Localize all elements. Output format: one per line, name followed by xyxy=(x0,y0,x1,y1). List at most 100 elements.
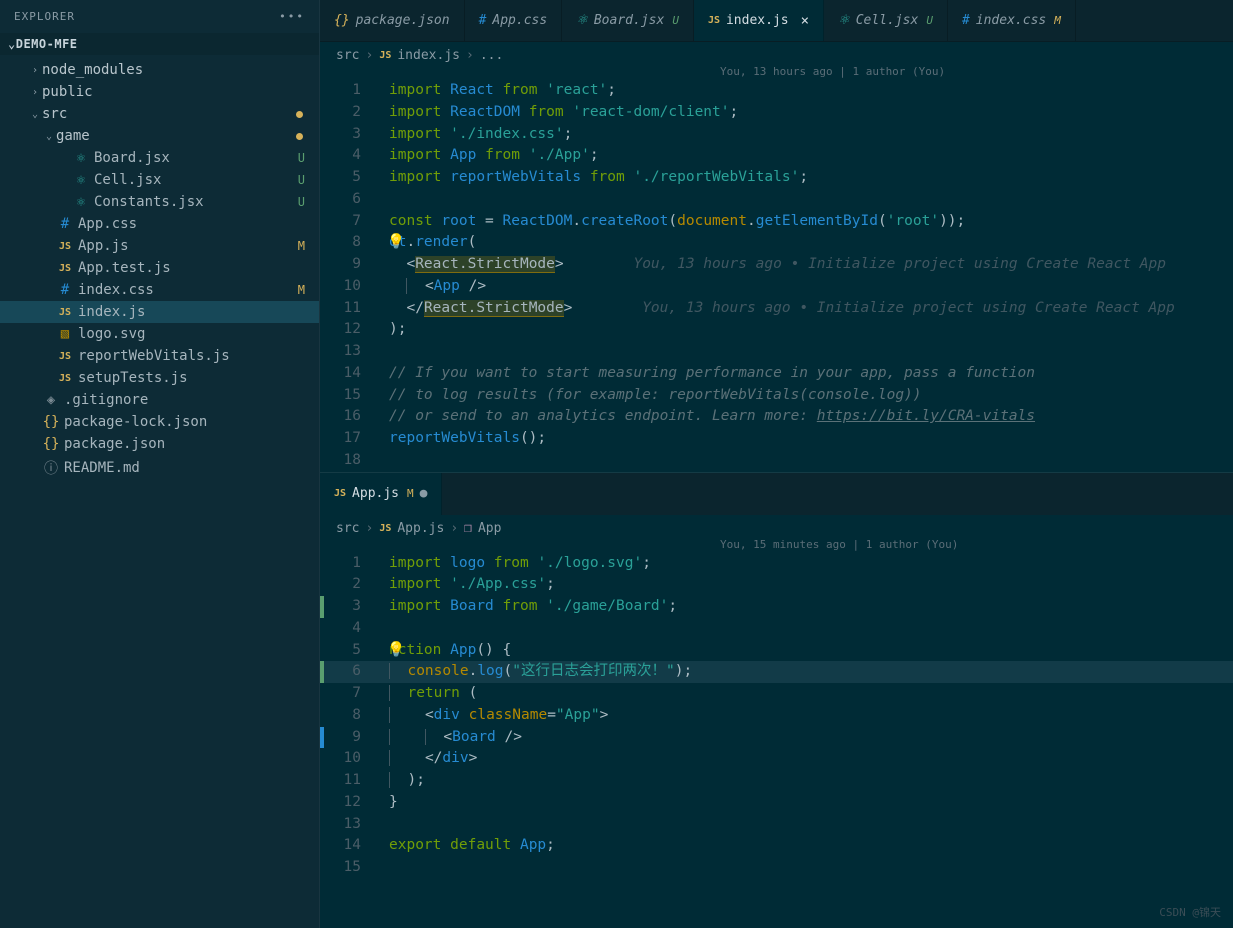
breadcrumb[interactable]: src › JS App.js › ❒ App xyxy=(320,515,1233,536)
line-number: 10 xyxy=(324,748,389,770)
code-line[interactable] xyxy=(389,450,1233,472)
editor-tab[interactable]: #index.cssM xyxy=(948,0,1076,41)
project-header[interactable]: ⌄ DEMO-MFE xyxy=(0,33,319,55)
file-item[interactable]: JSsetupTests.js xyxy=(0,367,319,389)
more-icon[interactable]: ••• xyxy=(279,10,305,23)
file-item[interactable]: JSApp.jsM xyxy=(0,235,319,257)
tab-label: package.json xyxy=(356,13,450,28)
file-item[interactable]: {}package.json xyxy=(0,433,319,455)
folder-item[interactable]: ›node_modules xyxy=(0,59,319,81)
code-line[interactable]: import reportWebVitals from './reportWeb… xyxy=(389,167,1233,189)
dirty-indicator-icon: ● xyxy=(420,486,428,501)
code-line[interactable]: ); xyxy=(389,319,1233,341)
file-icon: {} xyxy=(42,436,60,452)
item-label: package.json xyxy=(64,436,165,452)
file-item[interactable]: ▧logo.svg xyxy=(0,323,319,345)
code-line[interactable]: console.log("这行日志会打印两次！"); xyxy=(389,661,1233,683)
file-item[interactable]: #index.cssM xyxy=(0,279,319,301)
file-item[interactable]: JSApp.test.js xyxy=(0,257,319,279)
breadcrumb-item[interactable]: src xyxy=(336,521,359,536)
file-item[interactable]: ⚛Cell.jsxU xyxy=(0,169,319,191)
breadcrumb-item[interactable]: App xyxy=(478,521,501,536)
code-line[interactable]: // If you want to start measuring perfor… xyxy=(389,363,1233,385)
code-line[interactable]: // to log results (for example: reportWe… xyxy=(389,385,1233,407)
codelens-info[interactable]: You, 13 hours ago | 1 author (You) xyxy=(320,63,1233,80)
code-editor-bottom[interactable]: 1import logo from './logo.svg';2import '… xyxy=(320,553,1233,879)
item-label: package-lock.json xyxy=(64,414,207,430)
codelens-info[interactable]: You, 15 minutes ago | 1 author (You) xyxy=(320,536,1233,553)
code-line[interactable]: import ReactDOM from 'react-dom/client'; xyxy=(389,102,1233,124)
modified-badge: M xyxy=(407,487,414,500)
line-number: 7 xyxy=(324,683,389,705)
item-label: index.css xyxy=(78,282,154,298)
editor-tab[interactable]: {}package.json xyxy=(320,0,465,41)
code-line[interactable]: const root = ReactDOM.createRoot(documen… xyxy=(389,211,1233,233)
tab-bar: {}package.json#App.css⚛Board.jsxUJSindex… xyxy=(320,0,1233,42)
code-line[interactable]: ); xyxy=(389,770,1233,792)
code-line[interactable]: return ( xyxy=(389,683,1233,705)
editor-tab[interactable]: JSindex.js× xyxy=(694,0,824,41)
file-item[interactable]: JSindex.js xyxy=(0,301,319,323)
item-label: App.js xyxy=(78,238,129,254)
file-icon: ⓘ xyxy=(42,458,60,478)
file-icon: {} xyxy=(42,414,60,430)
file-item[interactable]: ◈.gitignore xyxy=(0,389,319,411)
code-line[interactable]: import './index.css'; xyxy=(389,124,1233,146)
tab-app-js[interactable]: JS App.js M ● xyxy=(320,473,442,515)
code-line[interactable]: // or send to an analytics endpoint. Lea… xyxy=(389,406,1233,428)
code-line[interactable]: export default App; xyxy=(389,835,1233,857)
code-line[interactable]: import App from './App'; xyxy=(389,145,1233,167)
code-line[interactable]: import Board from './game/Board'; xyxy=(389,596,1233,618)
chevron-right-icon: › xyxy=(28,65,42,76)
item-label: setupTests.js xyxy=(78,370,188,386)
tab-label: index.js xyxy=(726,13,789,28)
folder-item[interactable]: ⌄game xyxy=(0,125,319,147)
folder-item[interactable]: ›public xyxy=(0,81,319,103)
js-icon: JS xyxy=(334,488,346,499)
code-editor-top[interactable]: 1import React from 'react';2import React… xyxy=(320,80,1233,472)
close-icon[interactable]: × xyxy=(801,13,809,29)
editor-tab[interactable]: ⚛Board.jsxU xyxy=(562,0,694,41)
code-line[interactable]: } xyxy=(389,792,1233,814)
editor-tab[interactable]: #App.css xyxy=(465,0,563,41)
chevron-right-icon: › xyxy=(450,521,458,536)
code-line[interactable]: <React.StrictMode> You, 13 hours ago • I… xyxy=(389,254,1233,276)
file-item[interactable]: ⓘREADME.md xyxy=(0,455,319,481)
breadcrumb-item[interactable]: ... xyxy=(480,48,503,63)
item-label: src xyxy=(42,106,67,122)
code-line[interactable]: <Board /> xyxy=(389,727,1233,749)
file-icon: JS xyxy=(56,307,74,318)
folder-item[interactable]: ⌄src xyxy=(0,103,319,125)
code-line[interactable] xyxy=(389,618,1233,640)
code-line[interactable] xyxy=(389,857,1233,879)
code-line[interactable]: 💡ot.render( xyxy=(389,232,1233,254)
file-item[interactable]: JSreportWebVitals.js xyxy=(0,345,319,367)
breadcrumb-item[interactable]: index.js xyxy=(397,48,460,63)
code-line[interactable]: import React from 'react'; xyxy=(389,80,1233,102)
file-item[interactable]: ⚛Board.jsxU xyxy=(0,147,319,169)
modified-dot-icon xyxy=(296,111,303,118)
editor-tab[interactable]: ⚛Cell.jsxU xyxy=(824,0,948,41)
code-line[interactable]: <App /> xyxy=(389,276,1233,298)
code-line[interactable]: <div className="App"> xyxy=(389,705,1233,727)
code-line[interactable] xyxy=(389,341,1233,363)
breadcrumb[interactable]: src › JS index.js › ... xyxy=(320,42,1233,63)
breadcrumb-item[interactable]: src xyxy=(336,48,359,63)
code-line[interactable]: import logo from './logo.svg'; xyxy=(389,553,1233,575)
item-label: Board.jsx xyxy=(94,150,170,166)
line-number: 8 xyxy=(324,232,389,254)
breadcrumb-item[interactable]: App.js xyxy=(397,521,444,536)
line-number: 12 xyxy=(324,792,389,814)
code-line[interactable] xyxy=(389,814,1233,836)
code-line[interactable]: </React.StrictMode> You, 13 hours ago • … xyxy=(389,298,1233,320)
code-line[interactable]: 💡nction App() { xyxy=(389,640,1233,662)
git-status-badge: U xyxy=(926,14,933,27)
file-item[interactable]: #App.css xyxy=(0,213,319,235)
file-icon: JS xyxy=(56,263,74,274)
file-item[interactable]: ⚛Constants.jsxU xyxy=(0,191,319,213)
code-line[interactable]: reportWebVitals(); xyxy=(389,428,1233,450)
code-line[interactable]: </div> xyxy=(389,748,1233,770)
code-line[interactable]: import './App.css'; xyxy=(389,574,1233,596)
file-item[interactable]: {}package-lock.json xyxy=(0,411,319,433)
code-line[interactable] xyxy=(389,189,1233,211)
